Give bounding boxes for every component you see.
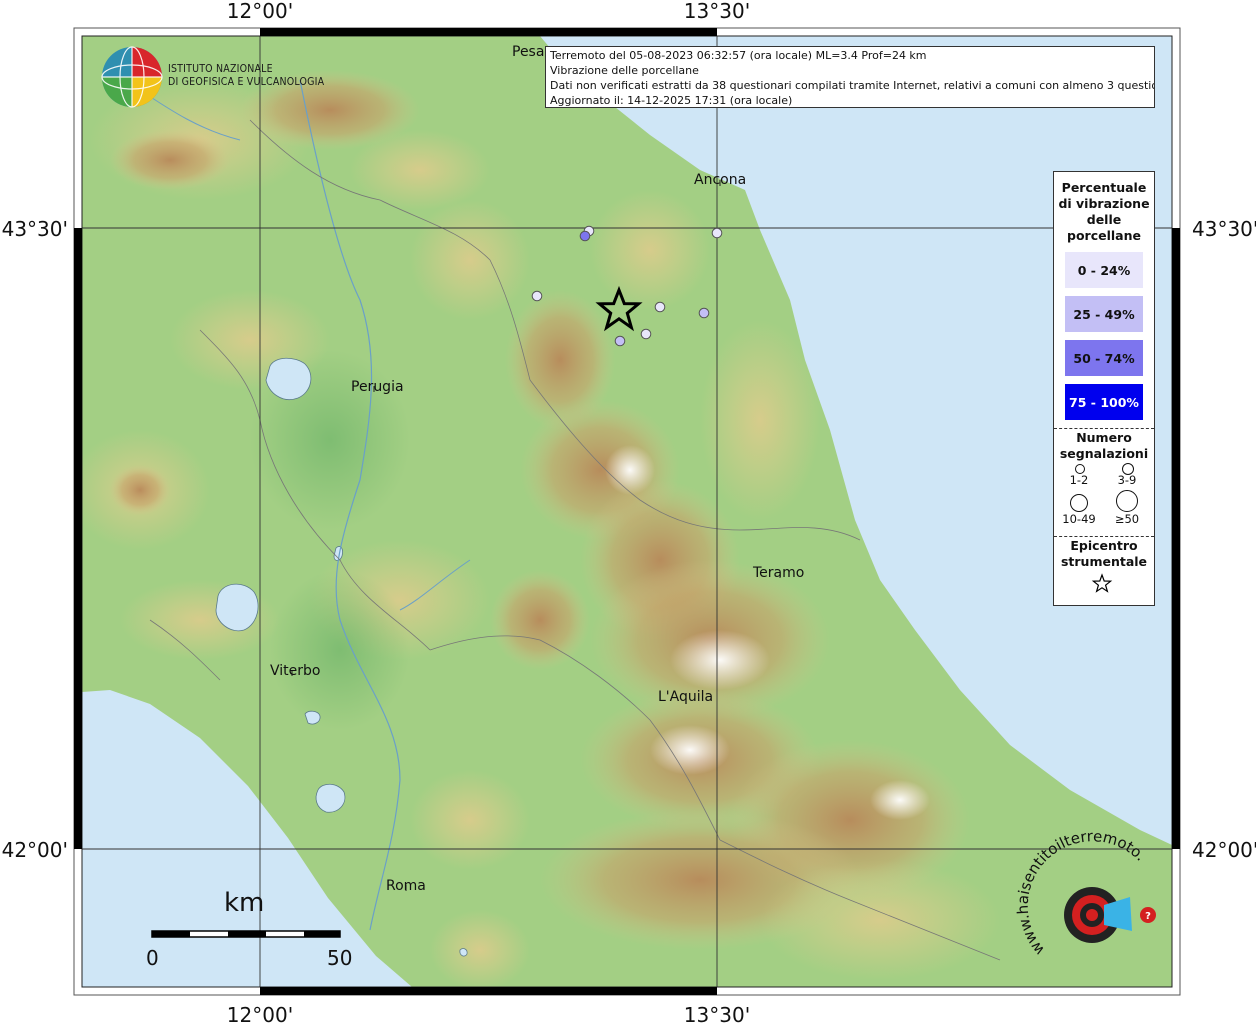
ingv-logo-icon: [101, 46, 163, 108]
city-label-perugia: Perugia: [351, 379, 404, 395]
legend-size-symbols: 1-2 3-9 10-49 ≥50: [1054, 462, 1154, 536]
event-info-line-4: Aggiornato il: 14-12-2025 17:31 (ora loc…: [550, 94, 793, 107]
legend-divider: [1054, 536, 1154, 537]
size-label-10-49: 10-49: [1062, 512, 1096, 526]
legend-bin-25-49: 25 - 49%: [1065, 296, 1143, 332]
lat-label-right-2: 42°00': [1192, 838, 1256, 862]
legend-title-line: Percentuale: [1061, 180, 1147, 195]
lat-label-right-1: 43°30': [1192, 217, 1256, 241]
lon-label-bottom-2: 13°30': [684, 1003, 750, 1024]
event-info-box: Terremoto del 05-08-2023 06:32:57 (ora l…: [545, 46, 1155, 108]
city-label-ancona: Ancona: [694, 172, 746, 188]
report-point[interactable]: [711, 227, 723, 239]
size-symbol-large: [1070, 494, 1088, 512]
event-info-line-1: Terremoto del 05-08-2023 06:32:57 (ora l…: [550, 49, 927, 62]
city-label-pesaro: Pesa: [512, 44, 544, 60]
lake-albano: [459, 948, 468, 957]
svg-text:?: ?: [1145, 911, 1151, 922]
legend-title-line: porcellane: [1067, 228, 1141, 243]
ingv-line-2: DI GEOFISICA E VULCANOLOGIA: [168, 76, 325, 88]
ingv-logo-text: ISTITUTO NAZIONALE DI GEOFISICA E VULCAN…: [168, 63, 324, 89]
report-point[interactable]: [614, 335, 626, 347]
legend-bin-50-74: 50 - 74%: [1065, 340, 1143, 376]
legend-epicenter-title-line: Epicentro: [1070, 538, 1138, 553]
ingv-line-1: ISTITUTO NAZIONALE: [168, 63, 273, 75]
legend-bin-75-100: 75 - 100%: [1065, 384, 1143, 420]
report-point[interactable]: [640, 328, 652, 340]
legend-title-line: di vibrazione: [1058, 196, 1150, 211]
legend: Percentuale di vibrazione delle porcella…: [1053, 171, 1155, 606]
report-point[interactable]: [654, 301, 666, 313]
legend-title-line: delle: [1086, 212, 1122, 227]
lon-label-bottom-1: 12°00': [227, 1003, 293, 1024]
lake-bolsena: [215, 583, 259, 632]
city-label-viterbo: Viterbo: [270, 663, 320, 679]
legend-count-title-line: Numero: [1076, 430, 1132, 445]
city-label-roma: Roma: [386, 878, 426, 894]
size-symbol-xlarge: [1116, 490, 1138, 512]
legend-bin-0-24: 0 - 24%: [1065, 252, 1143, 288]
legend-count-title: Numero segnalazioni: [1054, 430, 1154, 462]
size-label-3-9: 3-9: [1117, 473, 1137, 487]
lat-label-left-2: 42°00': [2, 838, 68, 862]
lake-bracciano: [315, 783, 346, 813]
lat-label-left-1: 43°30': [2, 217, 68, 241]
city-label-laquila: L'Aquila: [658, 689, 713, 705]
lon-label-top-1: 12°00': [227, 0, 293, 23]
scale-max: 50: [327, 946, 353, 970]
size-label-1-2: 1-2: [1069, 473, 1089, 487]
city-label-teramo: Teramo: [752, 565, 804, 581]
scale-unit: km: [224, 888, 265, 918]
lon-label-top-2: 13°30': [684, 0, 750, 23]
event-info-line-3: Dati non verificati estratti da 38 quest…: [550, 79, 1155, 92]
legend-count-title-line: segnalazioni: [1059, 446, 1149, 461]
legend-divider: [1054, 428, 1154, 429]
report-point[interactable]: [531, 290, 543, 302]
map-area: [82, 36, 1172, 987]
legend-epicenter-title-line: strumentale: [1060, 554, 1148, 569]
legend-title: Percentuale di vibrazione delle porcella…: [1054, 180, 1154, 244]
legend-epicenter-title: Epicentro strumentale: [1054, 538, 1154, 570]
report-point[interactable]: [579, 230, 591, 242]
scale-bar: [151, 930, 341, 938]
report-point[interactable]: [698, 307, 710, 319]
event-info-line-2: Vibrazione delle porcellane: [550, 64, 699, 77]
legend-star-icon: [1091, 573, 1113, 593]
size-label-50plus: ≥50: [1114, 512, 1140, 526]
scale-min: 0: [146, 946, 159, 970]
